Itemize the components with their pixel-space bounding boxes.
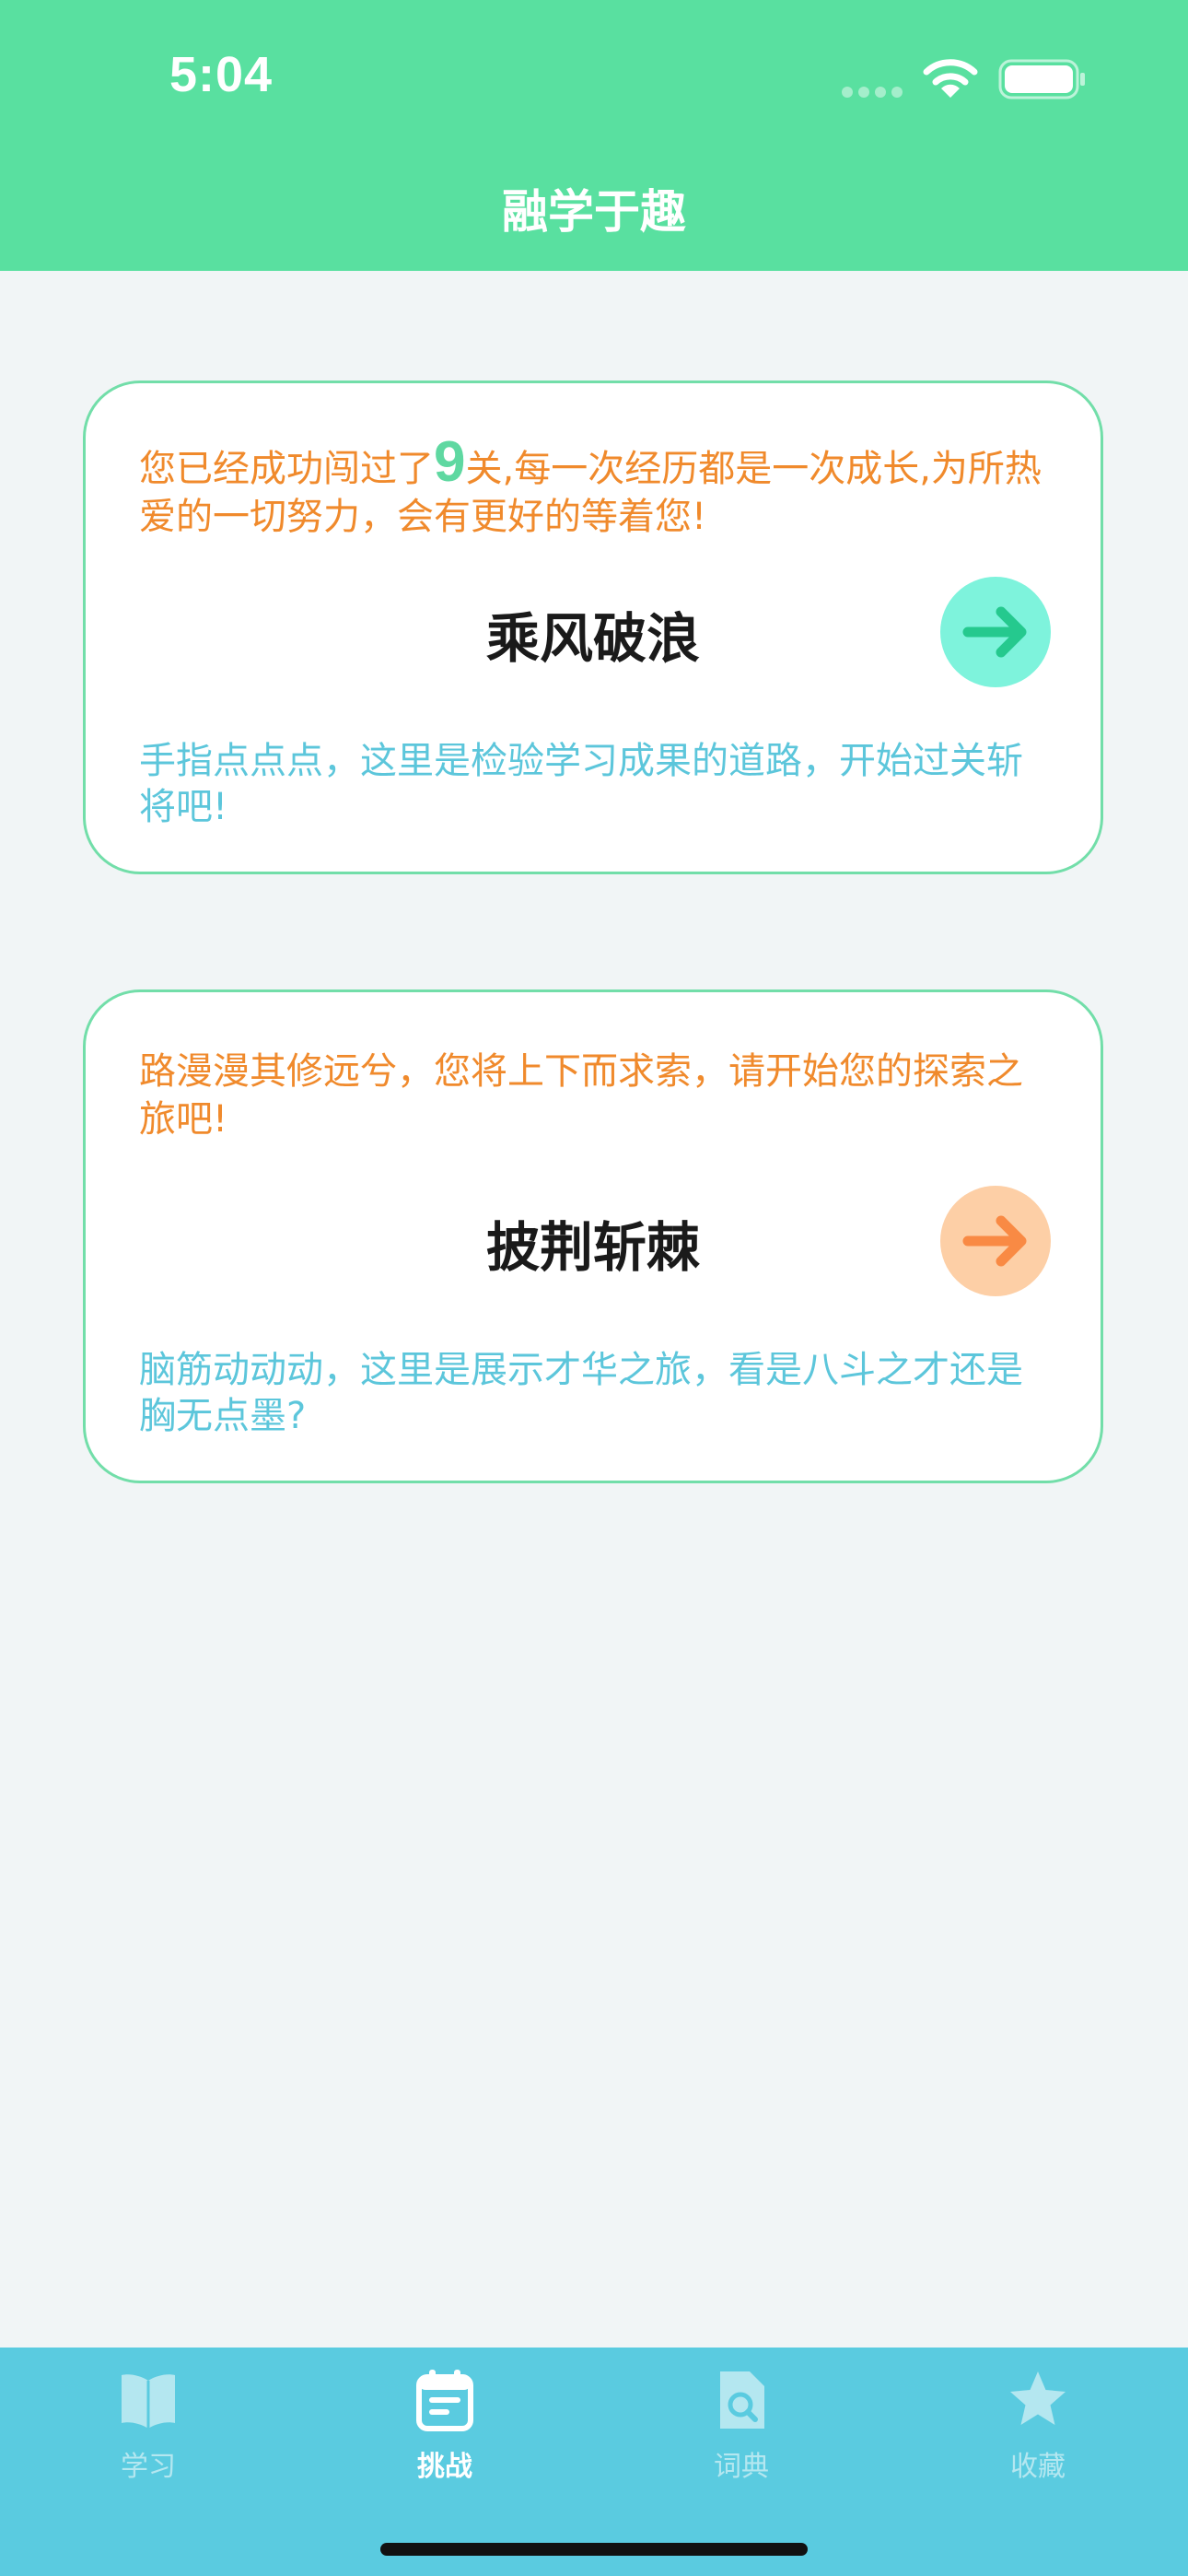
start-button[interactable] [940, 577, 1051, 687]
card-description: 脑筋动动动，这里是展示才华之旅，看是八斗之才还是胸无点墨? [139, 1349, 1023, 1437]
intro-text-before: 您已经成功闯过了 [139, 448, 434, 490]
tab-study[interactable]: 学习 [0, 2348, 297, 2495]
card-intro-text: 您已经成功闯过了9关,每一次经历都是一次成长,为所热爱的一切努力，会有更好的等着… [139, 434, 1047, 541]
arrow-right-icon [962, 1215, 1027, 1267]
challenge-card-breakthrough[interactable]: 您已经成功闯过了9关,每一次经历都是一次成长,为所热爱的一切努力，会有更好的等着… [83, 381, 1103, 874]
start-button[interactable] [940, 1186, 1051, 1296]
tab-challenge[interactable]: 挑战 [297, 2348, 593, 2495]
top-header: 5:04 融学于趣 [0, 0, 1188, 271]
level-count: 9 [434, 430, 466, 494]
tab-label: 学习 [121, 2451, 176, 2483]
card-description: 手指点点点，这里是检验学习成果的道路，开始过关斩将吧! [139, 740, 1023, 828]
tab-label: 词典 [714, 2451, 769, 2483]
challenge-card-explore[interactable]: 路漫漫其修远兮，您将上下而求索，请开始您的探索之旅吧! 披荆斩棘 脑筋动动动，这… [83, 989, 1103, 1483]
home-indicator[interactable] [380, 2543, 808, 2556]
tab-label: 收藏 [1010, 2451, 1066, 2483]
document-search-icon [720, 2371, 764, 2429]
arrow-right-icon [962, 606, 1027, 658]
tab-favorites[interactable]: 收藏 [890, 2348, 1186, 2495]
tab-dictionary[interactable]: 词典 [593, 2348, 890, 2495]
book-icon [122, 2374, 175, 2429]
battery-icon [998, 59, 1087, 103]
card-intro-text: 路漫漫其修远兮，您将上下而求索，请开始您的探索之旅吧! [139, 1050, 1023, 1141]
page-title: 融学于趣 [502, 185, 686, 239]
status-time: 5:04 [169, 47, 274, 102]
wifi-icon [923, 57, 978, 103]
tab-label: 挑战 [417, 2451, 472, 2483]
tab-bar: 学习 挑战 词典 收藏 [0, 2348, 1188, 2576]
calendar-icon [416, 2370, 473, 2431]
star-icon [1010, 2371, 1066, 2425]
